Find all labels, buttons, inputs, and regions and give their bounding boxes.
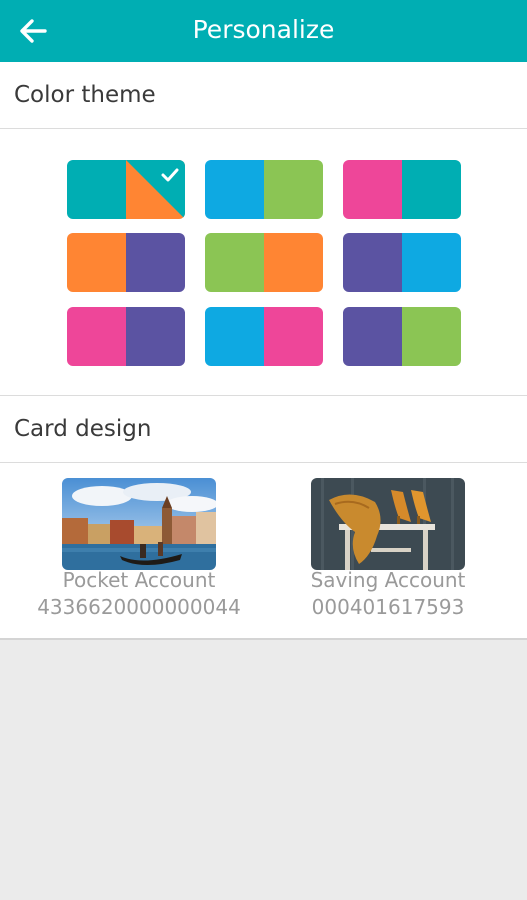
swatch-primary-color	[67, 233, 126, 292]
theme-swatch[interactable]	[205, 233, 323, 292]
theme-swatch[interactable]	[67, 160, 185, 219]
theme-swatch[interactable]	[67, 307, 185, 366]
page-title: Personalize	[192, 15, 335, 44]
swatch-secondary-color	[264, 160, 323, 219]
swatch-secondary-color	[402, 160, 461, 219]
swatch-primary-color	[205, 233, 264, 292]
swatch-secondary-color	[126, 233, 185, 292]
color-theme-header: Color theme	[0, 62, 527, 129]
card-name: Saving Account	[310, 568, 466, 592]
app-bar: Personalize	[0, 0, 527, 62]
shoes-scarf-photo	[311, 478, 465, 570]
color-theme-label: Color theme	[14, 82, 156, 108]
card-name: Pocket Account	[62, 568, 216, 592]
swatch-primary-color	[205, 307, 264, 366]
section-divider	[0, 638, 527, 640]
settings-panel: Color theme Card design Pocket Account 4…	[0, 62, 527, 640]
swatch-primary-color	[67, 160, 126, 219]
check-icon	[126, 160, 185, 219]
swatch-primary-color	[343, 307, 402, 366]
theme-swatch[interactable]	[205, 160, 323, 219]
card-number: 000401617593	[311, 595, 465, 619]
swatch-primary-color	[205, 160, 264, 219]
swatch-secondary-color	[402, 307, 461, 366]
card-number: 4336620000000044	[37, 595, 241, 619]
card-option-saving-account[interactable]: Saving Account 000401617593	[263, 478, 513, 628]
swatch-secondary-color	[264, 307, 323, 366]
theme-swatch[interactable]	[343, 160, 461, 219]
swatch-primary-color	[343, 160, 402, 219]
swatch-secondary-color	[402, 233, 461, 292]
theme-swatch[interactable]	[205, 307, 323, 366]
swatch-primary-color	[67, 307, 126, 366]
swatch-secondary-color	[126, 307, 185, 366]
card-option-pocket-account[interactable]: Pocket Account 4336620000000044	[14, 478, 264, 628]
theme-swatch[interactable]	[343, 233, 461, 292]
theme-swatch[interactable]	[343, 307, 461, 366]
swatch-secondary-color	[264, 233, 323, 292]
theme-swatch[interactable]	[67, 233, 185, 292]
card-design-label: Card design	[14, 416, 152, 442]
venice-canal-photo	[62, 478, 216, 570]
card-design-header: Card design	[0, 395, 527, 463]
swatch-primary-color	[343, 233, 402, 292]
